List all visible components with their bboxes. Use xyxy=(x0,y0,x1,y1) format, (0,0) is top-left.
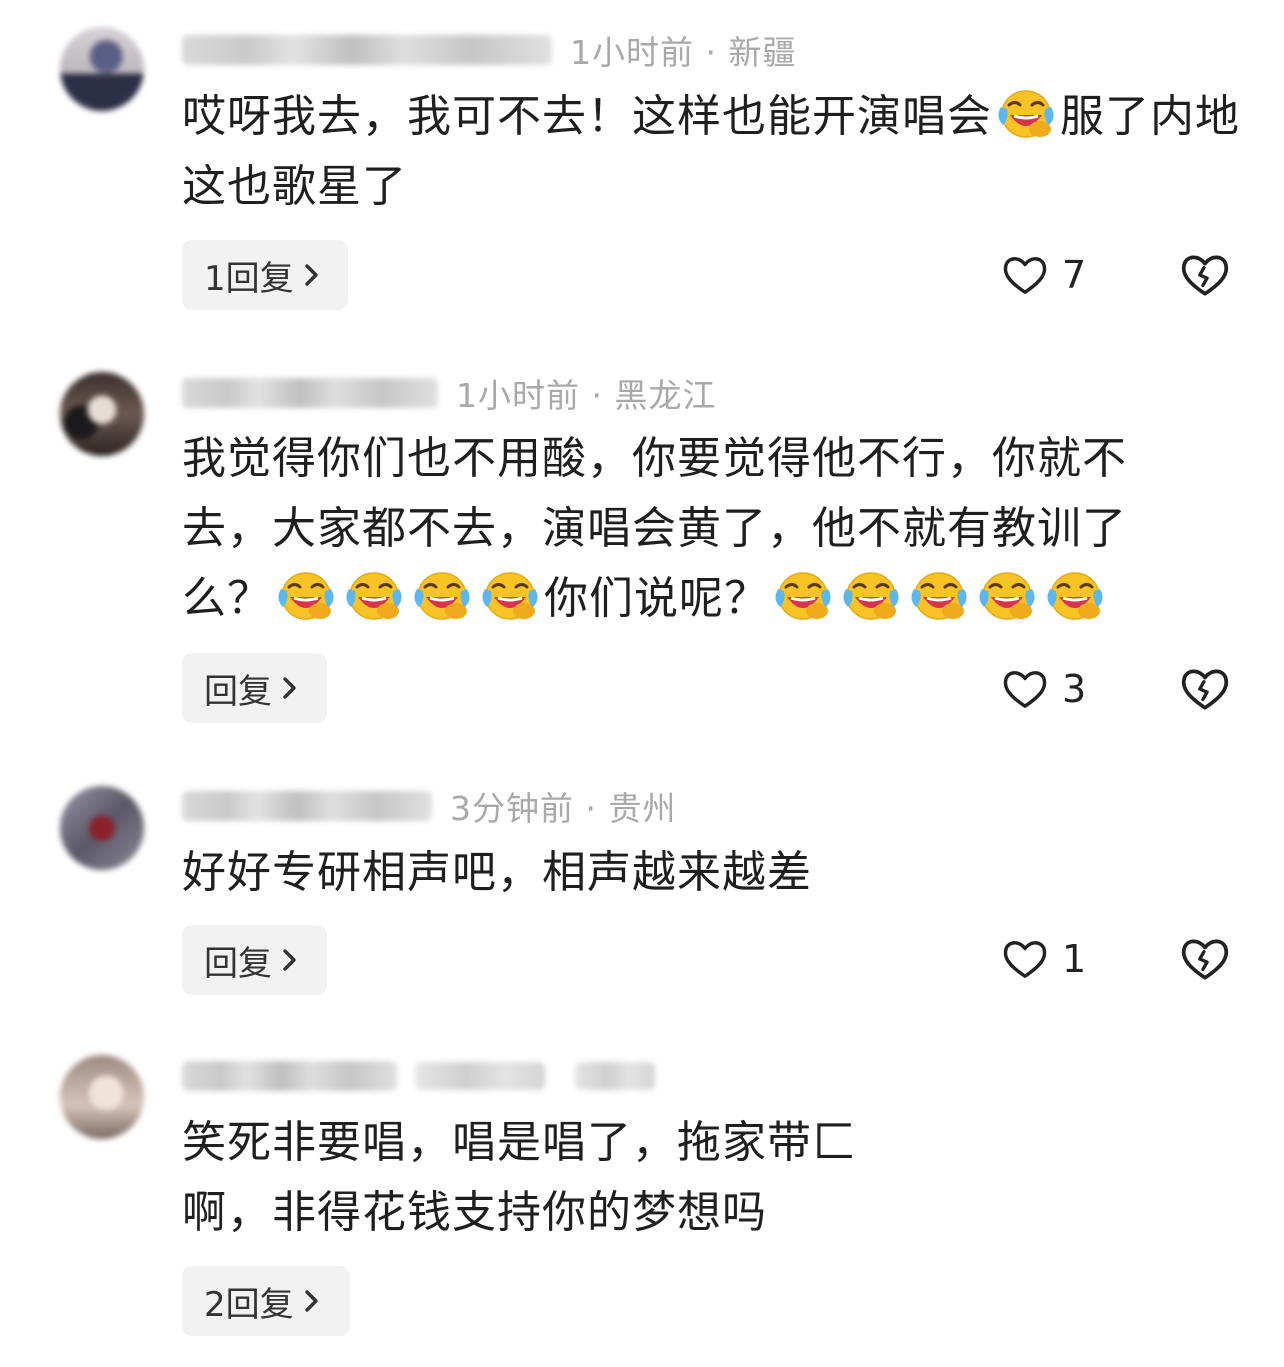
laughing-crying-emoji-icon xyxy=(479,567,541,623)
avatar[interactable] xyxy=(60,786,144,870)
comment-meta: 1小时前 · 新疆 xyxy=(182,30,796,72)
time-location: 1小时前 · 新疆 xyxy=(570,33,797,72)
like-button[interactable]: 1 xyxy=(1002,934,1086,984)
username-blurred[interactable] xyxy=(182,791,432,821)
reply-button[interactable]: 回复 xyxy=(182,653,327,723)
chevron-right-icon xyxy=(280,673,300,703)
laughing-crying-emoji-icon xyxy=(772,567,834,623)
like-count: 7 xyxy=(1062,253,1087,297)
comment-meta: 1小时前 · 黑龙江 xyxy=(182,373,716,415)
avatar[interactable] xyxy=(60,27,144,111)
chevron-right-icon xyxy=(302,260,322,290)
like-button[interactable]: 3 xyxy=(1002,664,1086,714)
avatar[interactable] xyxy=(60,372,144,456)
comment-meta xyxy=(182,1056,655,1096)
comment-text: 好好专研相声吧，相声越来越差 xyxy=(182,847,812,898)
reply-button[interactable]: 1回复 xyxy=(182,240,348,310)
username-blurred[interactable] xyxy=(182,1061,397,1091)
like-button[interactable]: 7 xyxy=(1002,250,1086,300)
chevron-right-icon xyxy=(302,1286,322,1316)
avatar[interactable] xyxy=(60,1055,144,1139)
username-blurred[interactable] xyxy=(182,35,552,65)
time-location: 3分钟前 · 贵州 xyxy=(450,789,677,828)
heart-outline-icon xyxy=(1002,668,1048,710)
comment-meta: 3分钟前 · 贵州 xyxy=(182,786,676,828)
like-count: 3 xyxy=(1062,667,1087,711)
like-count: 1 xyxy=(1062,937,1087,981)
comment-text: 我觉得你们也不用酸，你要觉得他不行，你就不 去，大家都不去，演唱会黄了，他不就有… xyxy=(182,433,1127,624)
comment-text: 笑死非要唱，唱是唱了，拖家带匚 啊，非得花钱支持你的梦想吗 xyxy=(182,1117,857,1238)
laughing-crying-emoji-icon xyxy=(908,567,970,623)
laughing-crying-emoji-icon xyxy=(976,567,1038,623)
broken-heart-icon[interactable] xyxy=(1180,664,1230,714)
laughing-crying-emoji-icon xyxy=(275,567,337,623)
reply-button[interactable]: 回复 xyxy=(182,925,327,995)
broken-heart-icon[interactable] xyxy=(1180,934,1230,984)
laughing-crying-emoji-icon xyxy=(1044,567,1106,623)
heart-outline-icon xyxy=(1002,254,1048,296)
time-blurred xyxy=(415,1062,545,1090)
laughing-crying-emoji-icon xyxy=(995,85,1057,141)
laughing-crying-emoji-icon xyxy=(411,567,473,623)
reply-button[interactable]: 2回复 xyxy=(182,1266,350,1336)
heart-outline-icon xyxy=(1002,938,1048,980)
username-blurred[interactable] xyxy=(182,378,438,408)
time-location: 1小时前 · 黑龙江 xyxy=(456,376,717,415)
chevron-right-icon xyxy=(280,945,300,975)
laughing-crying-emoji-icon xyxy=(840,567,902,623)
laughing-crying-emoji-icon xyxy=(343,567,405,623)
location-blurred xyxy=(575,1062,655,1090)
comment-text: 哎呀我去，我可不去！这样也能开演唱会 服了内地这也歌星了 xyxy=(182,82,1242,222)
broken-heart-icon[interactable] xyxy=(1180,250,1230,300)
